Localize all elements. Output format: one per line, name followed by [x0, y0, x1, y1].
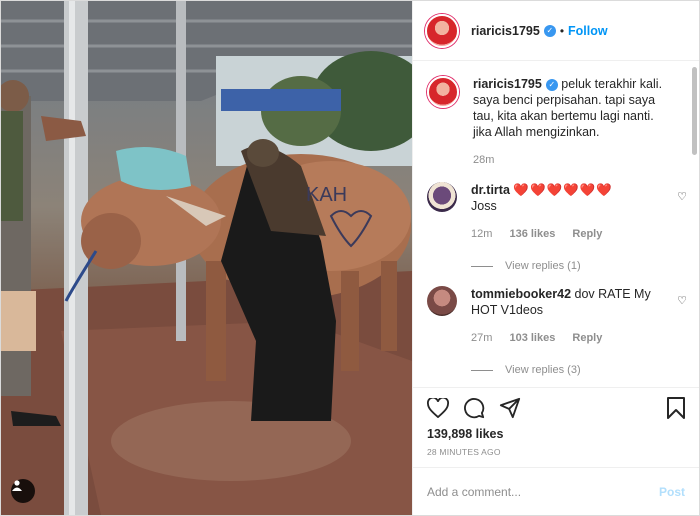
add-comment-bar: Add a comment... Post: [413, 467, 699, 515]
save-button[interactable]: [667, 397, 685, 419]
comment-meta: 27m 103 likes Reply: [471, 330, 666, 346]
comment-button[interactable]: [463, 397, 485, 419]
post-header: riaricis1795 ✓ • Follow: [413, 1, 699, 61]
comment-username[interactable]: tommiebooker42: [471, 287, 571, 301]
likes-count[interactable]: 139,898 likes: [427, 427, 685, 441]
view-replies[interactable]: View replies (1): [471, 260, 687, 272]
comment-like-icon[interactable]: ♡: [677, 294, 687, 307]
comment-text: Joss: [471, 199, 497, 213]
caption-username[interactable]: riaricis1795: [473, 77, 542, 91]
comments-scrollbar[interactable]: [692, 67, 697, 155]
action-icons: [427, 396, 685, 420]
view-replies[interactable]: View replies (3): [471, 364, 687, 376]
caption-timestamp[interactable]: 28m: [473, 154, 494, 166]
comment-body: dr.tirta ❤️❤️❤️❤️❤️❤️ Joss 12m 136 likes…: [471, 182, 666, 242]
comment-likes[interactable]: 103 likes: [509, 332, 555, 344]
share-button[interactable]: [499, 397, 521, 419]
verified-badge-icon: ✓: [545, 78, 558, 91]
caption-time: 28m: [473, 152, 668, 168]
post-side-panel: riaricis1795 ✓ • Follow riaricis1795 ✓ pe…: [412, 1, 699, 515]
view-replies-label[interactable]: View replies (3): [505, 364, 581, 376]
separator-dot: •: [559, 23, 565, 38]
comment-body: tommiebooker42 dov RATE My HOT V1deos 27…: [471, 286, 666, 346]
comment-input[interactable]: Add a comment...: [427, 485, 659, 499]
reply-button[interactable]: Reply: [572, 332, 602, 344]
comment-avatar[interactable]: [427, 182, 457, 212]
comment-time[interactable]: 27m: [471, 332, 492, 344]
post-timestamp[interactable]: 28 MINUTES AGO: [427, 447, 685, 457]
post-comment-button[interactable]: Post: [659, 485, 685, 499]
replies-divider: [471, 265, 493, 267]
comment-time[interactable]: 12m: [471, 228, 492, 240]
comment-emojis: ❤️❤️❤️❤️❤️❤️: [513, 183, 613, 197]
header-username[interactable]: riaricis1795: [471, 24, 540, 38]
user-tag-icon: [12, 480, 22, 491]
comment-username[interactable]: dr.tirta: [471, 183, 510, 197]
comment-meta: 12m 136 likes Reply: [471, 226, 666, 242]
comment-icon: [464, 398, 485, 419]
comment-like-icon[interactable]: ♡: [677, 190, 687, 203]
reply-button[interactable]: Reply: [572, 228, 602, 240]
like-button[interactable]: [427, 398, 449, 418]
comment-avatar[interactable]: [427, 286, 457, 316]
post-photo[interactable]: KAH: [1, 1, 412, 515]
post-dialog: KAH riaricis1795 ✓ • Follow riaricis1795…: [0, 0, 700, 516]
user-tag-button[interactable]: [11, 479, 35, 503]
caption-avatar[interactable]: [427, 76, 459, 108]
photo-illustration: KAH: [1, 1, 412, 515]
follow-button[interactable]: Follow: [568, 24, 608, 38]
comment-likes[interactable]: 136 likes: [509, 228, 555, 240]
comments-list: riaricis1795 ✓ peluk terakhir kali. saya …: [413, 62, 687, 387]
avatar[interactable]: [425, 13, 459, 48]
verified-badge-icon: ✓: [543, 24, 556, 37]
comment-item: dr.tirta ❤️❤️❤️❤️❤️❤️ Joss 12m 136 likes…: [427, 182, 687, 242]
comment-item: tommiebooker42 dov RATE My HOT V1deos 27…: [427, 286, 687, 346]
cow-writing: KAH: [306, 184, 347, 206]
post-actions: 139,898 likes 28 MINUTES AGO: [413, 387, 699, 467]
bookmark-icon: [667, 397, 685, 419]
caption: riaricis1795 ✓ peluk terakhir kali. saya …: [427, 76, 687, 168]
share-icon: [499, 397, 521, 419]
view-replies-label[interactable]: View replies (1): [505, 260, 581, 272]
replies-divider: [471, 369, 493, 371]
caption-body: riaricis1795 ✓ peluk terakhir kali. saya …: [473, 76, 668, 168]
heart-icon: [427, 398, 449, 418]
